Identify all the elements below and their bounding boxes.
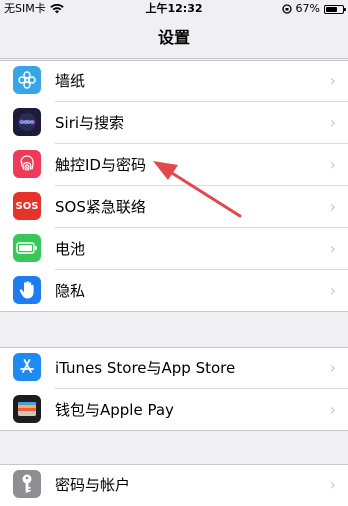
wallpaper-icon xyxy=(13,66,41,94)
group-top-border xyxy=(0,464,348,465)
page-title: 设置 xyxy=(157,28,190,47)
sos-icon-text: SOS xyxy=(15,200,39,212)
row-label: SOS紧急联络 xyxy=(55,198,146,216)
app-store-icon xyxy=(13,353,41,381)
row-battery[interactable]: 电池 › xyxy=(0,228,348,270)
settings-group-2: iTunes Store与App Store › 钱包与Apple Pay › xyxy=(0,347,348,431)
settings-group-1: 墙纸 › Siri与搜索 › 触控ID与密码 › SOS SOS紧急联络 › 电… xyxy=(0,60,348,312)
row-label: 墙纸 xyxy=(55,72,86,90)
row-touch-id-passcode[interactable]: 触控ID与密码 › xyxy=(0,144,348,186)
row-label: 钱包与Apple Pay xyxy=(55,401,174,419)
status-bar: 无SIM卡 上午12:32 67% xyxy=(0,0,348,18)
row-siri-search[interactable]: Siri与搜索 › xyxy=(0,102,348,144)
row-label: 隐私 xyxy=(55,282,86,300)
chevron-right-icon: › xyxy=(329,155,336,174)
sos-icon: SOS xyxy=(13,192,41,220)
orientation-lock-icon xyxy=(281,4,292,14)
row-label: 电池 xyxy=(55,240,86,258)
battery-icon xyxy=(13,234,41,262)
siri-icon xyxy=(13,108,41,136)
chevron-right-icon: › xyxy=(329,358,336,377)
group-bottom-border xyxy=(0,430,348,431)
battery-percent: 67% xyxy=(295,2,320,15)
battery-fill xyxy=(326,6,337,12)
row-wallet-apple-pay[interactable]: 钱包与Apple Pay › xyxy=(0,389,348,431)
group-bottom-border xyxy=(0,311,348,312)
key-icon xyxy=(13,470,41,498)
chevron-right-icon: › xyxy=(329,113,336,132)
row-label: Siri与搜索 xyxy=(55,114,125,132)
fingerprint-icon xyxy=(13,150,41,178)
nav-divider xyxy=(0,58,348,59)
hand-icon xyxy=(13,276,41,304)
chevron-right-icon: › xyxy=(329,197,336,216)
row-wallpaper[interactable]: 墙纸 › xyxy=(0,60,348,102)
row-label: iTunes Store与App Store xyxy=(55,359,236,377)
chevron-right-icon: › xyxy=(329,71,336,90)
row-label: 触控ID与密码 xyxy=(55,156,146,174)
status-right: 67% xyxy=(281,0,346,18)
battery-indicator-icon xyxy=(324,4,346,14)
row-privacy[interactable]: 隐私 › xyxy=(0,270,348,312)
chevron-right-icon: › xyxy=(329,281,336,300)
group-top-border xyxy=(0,347,348,348)
wallet-icon xyxy=(13,395,41,423)
row-itunes-app-store[interactable]: iTunes Store与App Store › xyxy=(0,347,348,389)
chevron-right-icon: › xyxy=(329,239,336,258)
row-emergency-sos[interactable]: SOS SOS紧急联络 › xyxy=(0,186,348,228)
chevron-right-icon: › xyxy=(329,400,336,419)
group-top-border xyxy=(0,60,348,61)
